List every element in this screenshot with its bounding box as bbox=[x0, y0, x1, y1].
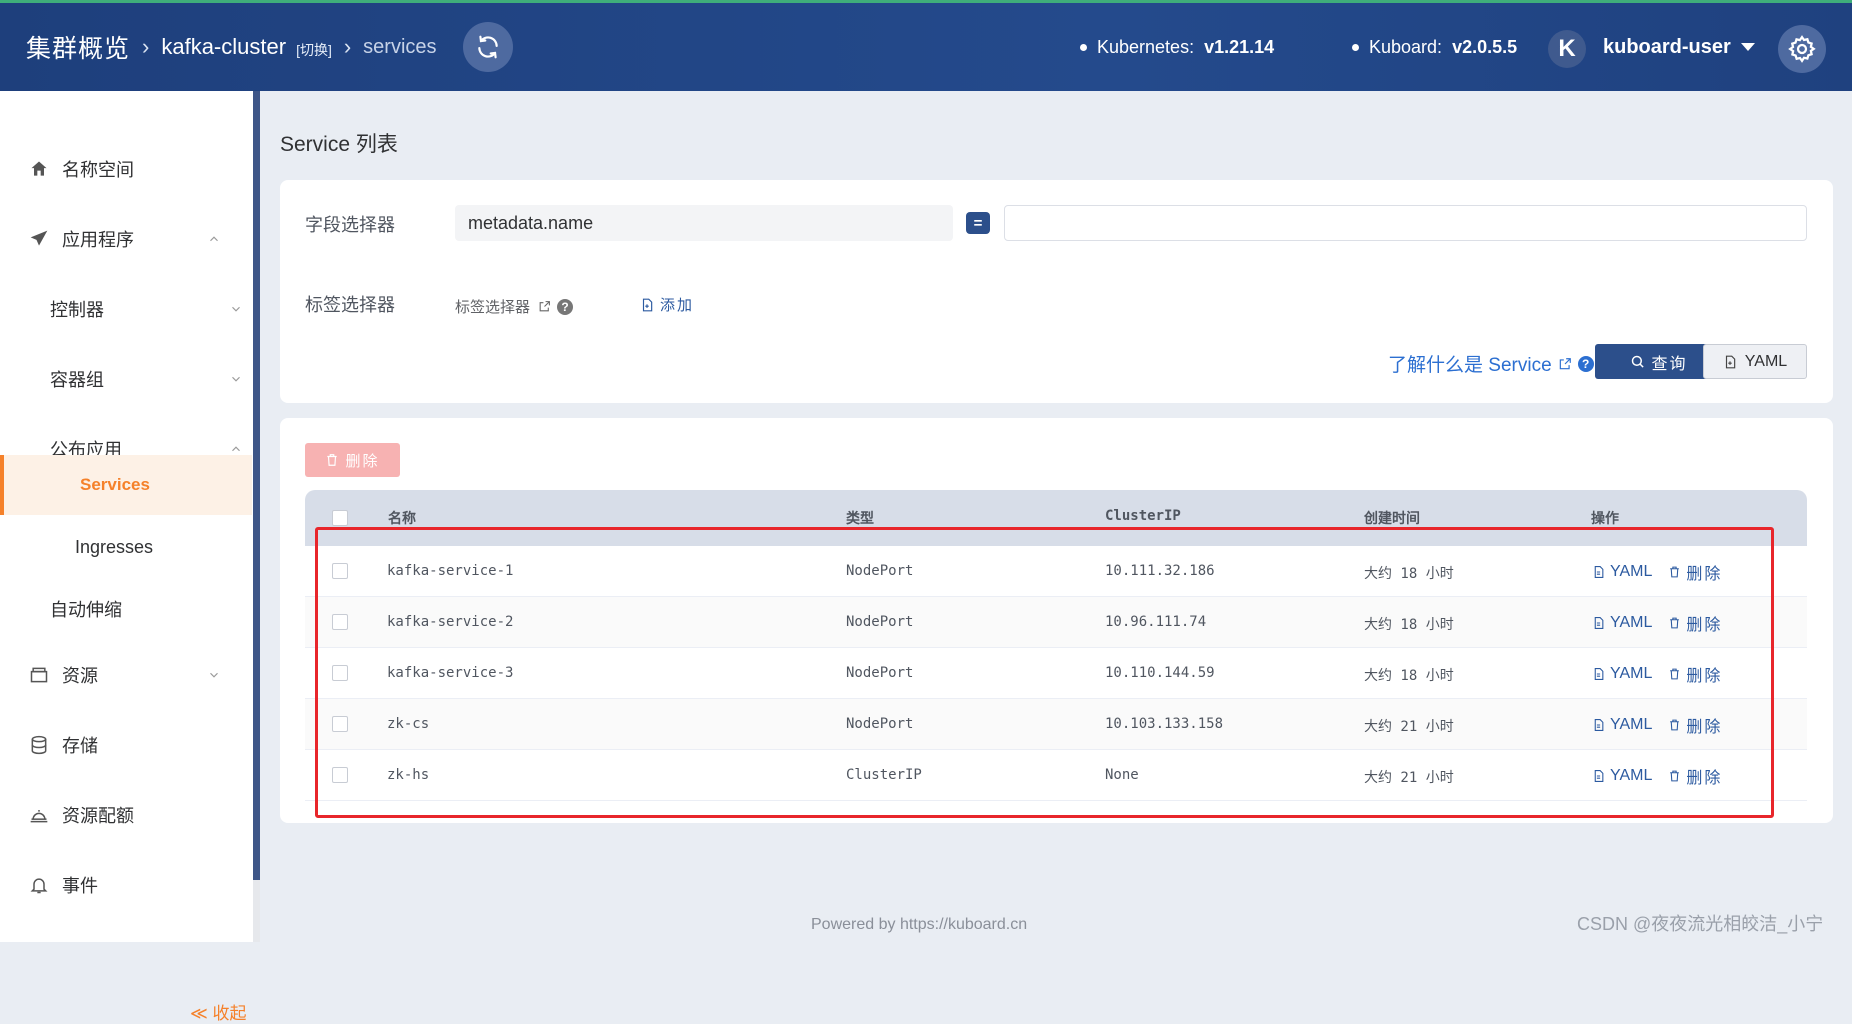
sidebar-item-label: 容器组 bbox=[50, 370, 104, 390]
bell-icon bbox=[28, 874, 50, 896]
breadcrumb-current-page: services bbox=[363, 35, 437, 58]
sidebar-item-label: Services bbox=[80, 475, 150, 494]
sidebar-item-label: 资源配额 bbox=[62, 806, 134, 826]
sidebar-item-label: 名称空间 bbox=[62, 160, 134, 180]
refresh-button[interactable] bbox=[462, 22, 513, 72]
sidebar-item-controllers[interactable]: 控制器 bbox=[0, 279, 274, 339]
footer-powered-by[interactable]: Powered by https://kuboard.cn bbox=[811, 916, 1027, 934]
sidebar-scrollbar[interactable] bbox=[253, 91, 260, 881]
column-header-type[interactable]: 类型 bbox=[846, 508, 874, 528]
sidebar: 名称空间 应用程序 控制器 容器组 公布应用 Services Ingresse… bbox=[0, 91, 256, 1023]
sidebar-item-resources[interactable]: 资源 bbox=[0, 645, 252, 705]
query-button-label: 查询 bbox=[1651, 355, 1688, 373]
gear-icon bbox=[1788, 35, 1816, 63]
search-icon bbox=[1632, 355, 1645, 368]
field-selector-label: 字段选择器 bbox=[305, 215, 395, 235]
label-selector-label: 标签选择器 bbox=[305, 295, 395, 315]
kubernetes-label: Kubernetes: bbox=[1097, 36, 1195, 57]
external-link-icon bbox=[539, 301, 550, 312]
top-header: 集群概览 › kafka-cluster [切换] › services Kub… bbox=[0, 3, 1852, 91]
add-label-button[interactable]: 添加 bbox=[640, 294, 694, 315]
collapse-sidebar-button[interactable]: ≪ 收起 bbox=[190, 999, 247, 1024]
sidebar-item-applications[interactable]: 应用程序 bbox=[0, 209, 252, 269]
file-add-icon bbox=[1725, 355, 1736, 368]
chevron-down-icon bbox=[204, 665, 224, 685]
sidebar-item-storage[interactable]: 存储 bbox=[0, 715, 252, 775]
breadcrumb-cluster-name[interactable]: kafka-cluster bbox=[161, 34, 286, 60]
sidebar-item-pods[interactable]: 容器组 bbox=[0, 349, 274, 409]
select-all-checkbox[interactable] bbox=[332, 510, 348, 526]
kuboard-label: Kuboard: bbox=[1369, 36, 1443, 57]
sidebar-item-label: 控制器 bbox=[50, 300, 104, 320]
file-add-icon bbox=[642, 298, 653, 311]
breadcrumb-cluster-overview[interactable]: 集群概览 bbox=[26, 29, 130, 65]
field-selector-value: metadata.name bbox=[468, 212, 594, 233]
kuboard-version-info: Kuboard: v2.0.5.5 bbox=[1352, 3, 1517, 91]
sidebar-scrollbar-track bbox=[253, 880, 260, 942]
question-icon: ? bbox=[557, 298, 574, 315]
trash-icon bbox=[327, 454, 338, 466]
field-selector-select[interactable]: metadata.name bbox=[455, 205, 953, 241]
yaml-button-label: YAML bbox=[1744, 352, 1788, 370]
refresh-icon bbox=[477, 35, 498, 59]
column-header-clusterip[interactable]: ClusterIP bbox=[1105, 508, 1181, 524]
sidebar-item-autoscaling[interactable]: 自动伸缩 bbox=[0, 579, 252, 639]
database-icon bbox=[28, 734, 50, 756]
kuboard-version: v2.0.5.5 bbox=[1452, 36, 1518, 57]
sidebar-item-label: 存储 bbox=[62, 736, 98, 756]
sidebar-item-ingresses[interactable]: Ingresses bbox=[0, 517, 252, 577]
chevron-up-icon bbox=[204, 229, 224, 249]
chevron-down-icon bbox=[226, 299, 246, 319]
user-menu[interactable]: kuboard-user bbox=[1603, 3, 1755, 91]
watermark-text: CSDN @夜夜流光相皎洁_小宁 bbox=[1577, 914, 1824, 934]
field-value-input[interactable] bbox=[1004, 205, 1807, 241]
external-link-icon bbox=[1559, 357, 1571, 369]
sidebar-item-quota[interactable]: 资源配额 bbox=[0, 785, 252, 845]
avatar[interactable]: K bbox=[1548, 30, 1586, 68]
page-title: Service 列表 bbox=[280, 133, 398, 156]
yaml-button[interactable]: YAML bbox=[1703, 344, 1807, 379]
sidebar-item-namespace[interactable]: 名称空间 bbox=[0, 139, 252, 199]
sidebar-item-label: 自动伸缩 bbox=[50, 600, 122, 620]
label-selector-help-link[interactable]: 标签选择器 ? bbox=[455, 296, 574, 317]
kubernetes-version: v1.21.14 bbox=[1204, 36, 1275, 57]
chevron-down-icon bbox=[226, 369, 246, 389]
column-header-actions: 操作 bbox=[1591, 511, 1619, 527]
username: kuboard-user bbox=[1603, 35, 1731, 58]
kubernetes-version-info: Kubernetes: v1.21.14 bbox=[1080, 3, 1274, 91]
sidebar-item-label: 应用程序 bbox=[62, 230, 134, 250]
sidebar-item-services[interactable]: Services bbox=[0, 455, 252, 515]
paper-plane-icon bbox=[28, 228, 50, 250]
cloche-icon bbox=[28, 804, 50, 826]
sidebar-item-label: 资源 bbox=[62, 666, 98, 686]
settings-button[interactable] bbox=[1778, 25, 1826, 73]
batch-delete-label: 删除 bbox=[345, 452, 380, 470]
column-header-created[interactable]: 创建时间 bbox=[1364, 508, 1420, 528]
caret-down-icon bbox=[1740, 43, 1755, 51]
sidebar-item-events[interactable]: 事件 bbox=[0, 855, 252, 915]
learn-service-text: 了解什么是 Service bbox=[1388, 355, 1552, 376]
question-icon: ? bbox=[1577, 355, 1594, 372]
home-icon bbox=[28, 158, 50, 180]
sidebar-item-label: Ingresses bbox=[75, 536, 154, 557]
learn-service-link[interactable]: 了解什么是 Service ? bbox=[1388, 350, 1594, 377]
chevron-right-icon: › bbox=[142, 34, 150, 59]
switch-cluster-link[interactable]: [切换] bbox=[296, 40, 332, 60]
column-header-name[interactable]: 名称 bbox=[388, 508, 416, 528]
batch-delete-button[interactable]: 删除 bbox=[305, 443, 400, 477]
annotation-highlight-box bbox=[315, 527, 1774, 818]
inbox-icon bbox=[28, 664, 50, 686]
breadcrumb: 集群概览 › kafka-cluster [切换] › services bbox=[26, 3, 513, 91]
operator-equals-button[interactable]: = bbox=[966, 212, 990, 234]
add-label-text: 添加 bbox=[660, 297, 695, 314]
chevron-right-icon: › bbox=[343, 34, 352, 59]
label-selector-link-text: 标签选择器 bbox=[455, 299, 531, 316]
sidebar-item-label: 事件 bbox=[62, 876, 98, 896]
